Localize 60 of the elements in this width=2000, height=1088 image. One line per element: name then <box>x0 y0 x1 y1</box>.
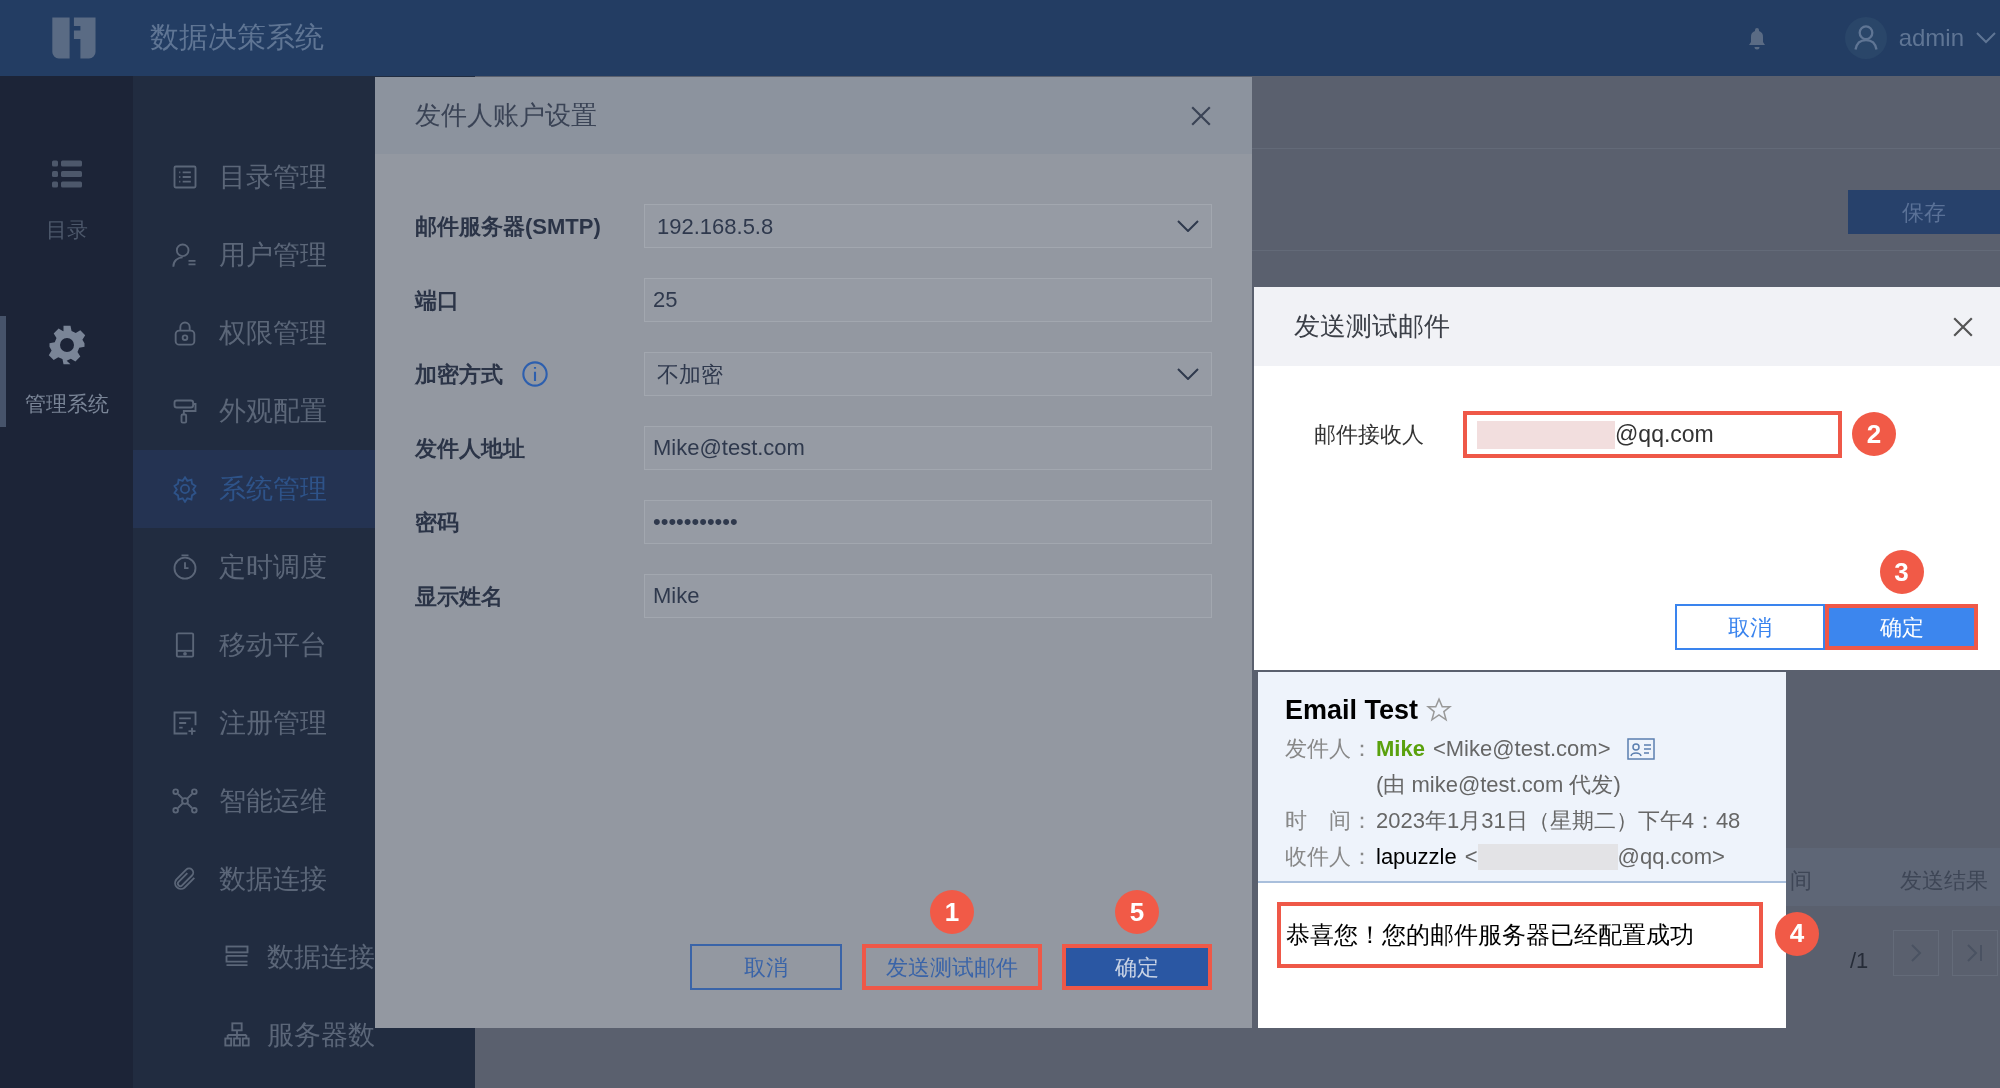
dropdown[interactable]: 192.168.5.8 <box>644 204 1212 248</box>
user-menu[interactable]: admin <box>1844 17 1996 59</box>
step-badge: 4 <box>1775 911 1819 956</box>
menu-item[interactable]: 数据连接 <box>133 840 475 918</box>
document-icon <box>171 163 199 191</box>
field-label: 端口 <box>415 286 459 315</box>
field-label: 时 间： <box>1285 807 1374 835</box>
menu-item[interactable]: 数据连接 <box>133 918 475 996</box>
step-badge: 2 <box>1852 412 1896 456</box>
user-icon <box>171 241 199 269</box>
email-note: (由 mike@test.com 代发) <box>1376 771 1621 799</box>
menu-item[interactable]: 智能运维 <box>133 762 475 840</box>
close-button[interactable] <box>1952 315 1974 338</box>
input-field[interactable]: ••••••••••• <box>644 500 1212 544</box>
email-subject: Email Test <box>1285 694 1419 727</box>
input-field[interactable]: @qq.com <box>1463 411 1842 458</box>
step-badge: 5 <box>1115 890 1159 934</box>
menu-item[interactable]: 注册管理 <box>133 684 475 762</box>
step-badge: 1 <box>930 890 974 934</box>
field-label: 加密方式 <box>415 360 503 389</box>
info-icon <box>521 360 549 388</box>
field-label: 收件人： <box>1285 843 1374 871</box>
confirm-button[interactable]: 确定 <box>1825 604 1978 650</box>
secondary-button[interactable]: 取消 <box>1675 604 1825 650</box>
input-field[interactable]: Mike@test.com <box>644 426 1212 470</box>
dialog-title: 发件人账户设置 <box>415 99 597 132</box>
caret-icon <box>1177 368 1199 380</box>
recipient-name: lapuzzle <box>1376 843 1457 871</box>
recipient-address: @qq.com> <box>1617 843 1725 871</box>
close-icon <box>1952 315 1974 338</box>
close-button[interactable] <box>1190 104 1212 127</box>
settings-icon <box>171 475 199 503</box>
sender-address: <Mike@test.com> <box>1432 735 1611 763</box>
register-icon <box>171 709 199 737</box>
email-date: 2023年1月31日（星期二）下午4：48 <box>1376 807 1741 835</box>
input-field[interactable]: 25 <box>644 278 1212 322</box>
step-badge: 3 <box>1879 550 1924 594</box>
secondary-button[interactable]: 发送测试邮件 <box>862 944 1042 990</box>
field-label: 邮件接收人 <box>1314 421 1425 449</box>
timer-icon <box>171 553 199 581</box>
close-icon <box>1190 104 1212 127</box>
field-label: 发件人： <box>1285 735 1374 763</box>
network-icon <box>171 787 199 815</box>
server-icon <box>223 1021 251 1049</box>
contact-card-icon <box>1626 737 1655 760</box>
input-field[interactable]: Mike <box>644 574 1212 618</box>
star-icon <box>1426 697 1453 724</box>
dropdown[interactable]: 不加密 <box>644 352 1212 396</box>
paint-roller-icon <box>171 397 199 425</box>
caret-icon <box>1177 220 1199 232</box>
caret-icon <box>1976 32 1996 44</box>
dialog-title: 发送测试邮件 <box>1294 310 1450 343</box>
email-message: 恭喜您！您的邮件服务器已经配置成功 <box>1277 901 1763 968</box>
sender-name: Mike <box>1376 735 1425 763</box>
menu-item[interactable]: 服务器数 <box>133 996 475 1074</box>
app-title: 数据决策系统 <box>150 20 324 56</box>
secondary-button[interactable]: 取消 <box>690 944 842 990</box>
confirm-button[interactable]: 确定 <box>1062 944 1212 990</box>
recipient-address: < <box>1464 843 1478 871</box>
avatar-icon <box>1844 17 1887 59</box>
